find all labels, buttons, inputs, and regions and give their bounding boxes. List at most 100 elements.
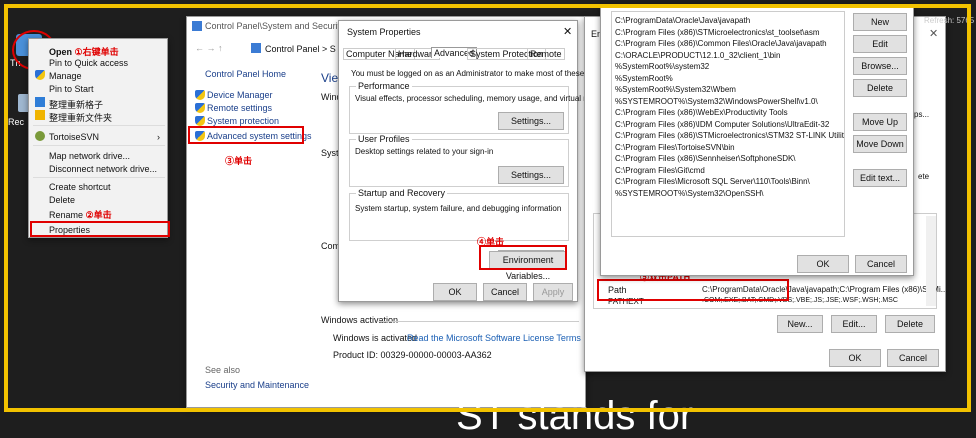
edit-environment-variable-dialog: C:\ProgramData\Oracle\Java\javapath C:\Pr… (600, 4, 914, 276)
startup-recovery-title: Startup and Recovery (356, 188, 448, 198)
ok-button[interactable]: OK (433, 283, 477, 301)
menu-item-pin-quick[interactable]: Pin to Quick access (49, 58, 128, 68)
performance-desc: Visual effects, processor scheduling, me… (355, 94, 613, 103)
breadcrumb[interactable]: Control Panel > S (265, 44, 336, 54)
activation-status: Windows is activated (333, 333, 418, 343)
submenu-arrow-icon: › (157, 132, 160, 142)
new-entry-button[interactable]: New (853, 13, 907, 31)
list-item[interactable]: C:\Program Files (x86)\Common Files\Orac… (615, 38, 827, 49)
refresh-partial: Refresh: 5765 (924, 16, 975, 25)
step2-label: ②单击 (85, 210, 112, 220)
menu-item-cn1[interactable]: 整理重新格子 (49, 98, 103, 111)
env-delete-button[interactable]: Delete (885, 315, 935, 333)
close-icon[interactable]: ✕ (929, 27, 938, 40)
menu-item-pin-start[interactable]: Pin to Start (49, 84, 94, 94)
activation-title: Windows activation (321, 315, 399, 325)
monitor-icon (251, 43, 261, 53)
edit-entry-button[interactable]: Edit (853, 35, 907, 53)
edit-cancel-button[interactable]: Cancel (855, 255, 907, 273)
menu-item-open[interactable]: Open ①右键单击 (49, 45, 119, 58)
move-up-button[interactable]: Move Up (853, 113, 907, 131)
move-down-button[interactable]: Move Down (853, 135, 907, 153)
performance-title: Performance (356, 81, 412, 91)
menu-item-manage[interactable]: Manage (49, 71, 82, 81)
tab-remote[interactable]: Remote (527, 48, 565, 60)
env-cancel-button[interactable]: Cancel (887, 349, 939, 367)
see-also-heading: See also (205, 365, 241, 375)
scrollbar[interactable] (926, 216, 936, 306)
list-item[interactable]: %SystemRoot%\system32 (615, 61, 709, 72)
link-device-manager[interactable]: Device Manager (207, 90, 273, 100)
nav-arrows[interactable]: ← → ↑ (195, 43, 223, 53)
list-item[interactable]: C:\ProgramData\Oracle\Java\javapath (615, 15, 750, 26)
list-item[interactable]: %SYSTEMROOT%\System32\WindowsPowerShell\… (615, 96, 818, 107)
step5-highlight (597, 279, 789, 301)
list-item[interactable]: C:\Program Files\Microsoft SQL Server\11… (615, 176, 810, 187)
startup-recovery-desc: System startup, system failure, and debu… (355, 204, 562, 213)
shield-icon (35, 70, 45, 80)
tortoise-icon (35, 131, 45, 141)
user-profiles-group: User Profiles Desktop settings related t… (349, 134, 569, 187)
link-remote-settings[interactable]: Remote settings (207, 103, 272, 113)
edit-ok-button[interactable]: OK (797, 255, 849, 273)
env-new-button[interactable]: New... (777, 315, 823, 333)
shield-icon (195, 90, 205, 100)
step1-label: ①右键单击 (74, 47, 119, 57)
apply-button[interactable]: Apply (533, 283, 573, 301)
menu-divider (33, 145, 165, 146)
dialog-title: System Properties (347, 27, 421, 37)
delete-partial: ete (918, 172, 930, 181)
menu-item-tortoisesvn[interactable]: TortoiseSVN (49, 132, 99, 142)
close-icon[interactable]: ✕ (563, 25, 572, 38)
performance-group: Performance Visual effects, processor sc… (349, 81, 612, 134)
link-system-protection[interactable]: System protection (207, 116, 279, 126)
security-maintenance-link[interactable]: Security and Maintenance (205, 380, 309, 390)
shield-icon (195, 116, 205, 126)
list-item[interactable]: C:\Program Files (x86)\Sennheiser\Softph… (615, 153, 796, 164)
user-profiles-desc: Desktop settings related to your sign-in (355, 147, 494, 156)
recycle-bin-label: Rec (8, 117, 25, 127)
license-terms-link[interactable]: Read the Microsoft Software License Term… (407, 333, 581, 343)
browse-button[interactable]: Browse... (853, 57, 907, 75)
delete-entry-button[interactable]: Delete (853, 79, 907, 97)
list-item[interactable]: C:\ORACLE\PRODUCT\12.1.0_32\client_1\bin (615, 50, 780, 61)
env-ok-button[interactable]: OK (829, 349, 881, 367)
performance-settings-button[interactable]: Settings... (498, 112, 564, 130)
product-id: Product ID: 00329-00000-00003-AA362 (333, 350, 492, 360)
activation-divider (379, 321, 579, 322)
list-item[interactable]: C:\Program Files (x86)\IDM Computer Solu… (615, 119, 829, 130)
shield-icon (195, 103, 205, 113)
screenshot-frame: Th Rec Open ①右键单击 Pin to Quick access Ma… (0, 0, 976, 436)
app-icon (35, 97, 45, 107)
page-title-partial: Vie (321, 71, 339, 85)
tab-strip: Computer Name Hardware Advanced System P… (343, 47, 575, 61)
folder-icon (35, 110, 45, 120)
menu-item-delete[interactable]: Delete (49, 195, 75, 205)
list-item[interactable]: C:\Program Files (x86)\WebEx\Productivit… (615, 107, 788, 118)
step4-highlight (479, 245, 567, 270)
props-partial: ps... (914, 110, 930, 119)
control-panel-icon (192, 21, 202, 31)
menu-item-create-shortcut[interactable]: Create shortcut (49, 182, 111, 192)
startup-recovery-group: Startup and Recovery System startup, sys… (349, 188, 569, 268)
list-item[interactable]: %SystemRoot%\System32\Wbem (615, 84, 736, 95)
list-item[interactable]: C:\Program Files\TortoiseSVN\bin (615, 142, 735, 153)
menu-divider (33, 125, 165, 126)
step2-highlight (30, 221, 170, 237)
env-edit-button[interactable]: Edit... (831, 315, 877, 333)
menu-item-cn2[interactable]: 整理重新文件夹 (49, 111, 112, 124)
list-item[interactable]: C:\Program Files (x86)\STMicroelectronic… (615, 130, 844, 141)
menu-item-disconnect-drive[interactable]: Disconnect network drive... (49, 164, 157, 174)
edit-text-button[interactable]: Edit text... (853, 169, 907, 187)
menu-item-map-drive[interactable]: Map network drive... (49, 151, 130, 161)
cancel-button[interactable]: Cancel (483, 283, 527, 301)
list-item[interactable]: C:\Program Files (x86)\STMicroelectronic… (615, 27, 820, 38)
bottom-caption: ST stands for (456, 394, 694, 438)
list-item[interactable]: C:\Program Files\Git\cmd (615, 165, 705, 176)
path-entries-list: C:\ProgramData\Oracle\Java\javapath C:\Pr… (611, 11, 845, 237)
list-item[interactable]: %SYSTEMROOT%\System32\OpenSSH\ (615, 188, 764, 199)
user-profiles-settings-button[interactable]: Settings... (498, 166, 564, 184)
control-panel-home-link[interactable]: Control Panel Home (205, 69, 286, 79)
menu-item-rename[interactable]: Rename ②单击 (49, 208, 112, 221)
list-item[interactable]: %SystemRoot% (615, 73, 673, 84)
